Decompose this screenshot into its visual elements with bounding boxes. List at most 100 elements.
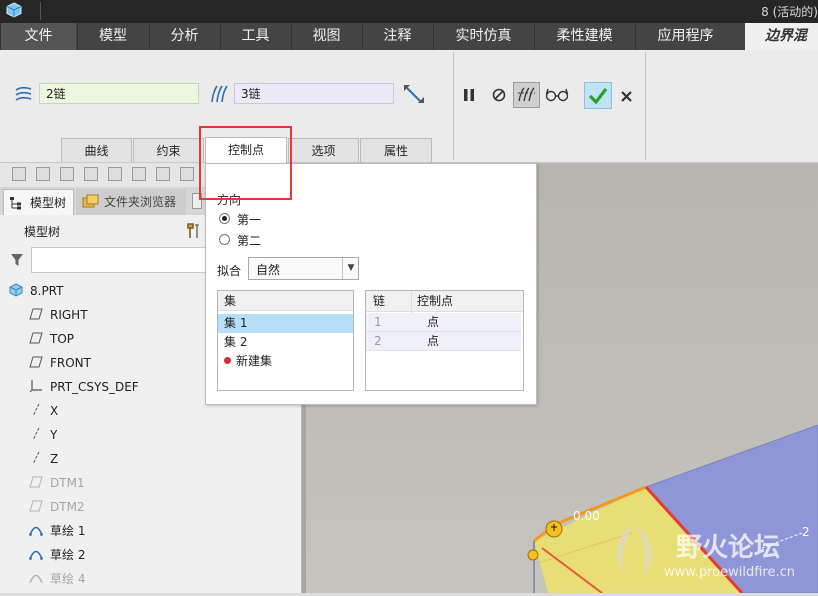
tree-item-x-axis[interactable]: X — [28, 400, 58, 422]
tree-item-sketch4[interactable]: 草绘 4 — [28, 568, 85, 590]
title-bar — [0, 0, 818, 23]
column-chain: 链 — [373, 294, 386, 308]
subtab-curves[interactable]: 曲线 — [61, 138, 132, 162]
app-cube-icon[interactable] — [6, 2, 22, 18]
tab-model-tree-label: 模型树 — [30, 196, 67, 210]
no-preview-icon[interactable] — [491, 87, 507, 103]
filter-icon[interactable] — [10, 253, 24, 267]
tree-item-z-axis[interactable]: Z — [28, 448, 58, 470]
tree-item-label: TOP — [50, 332, 75, 346]
toolbar-icon[interactable] — [60, 167, 74, 181]
toolbar-icon[interactable] — [108, 167, 122, 181]
tree-item-top[interactable]: TOP — [28, 328, 74, 350]
tab-tools[interactable]: 工具 — [220, 23, 290, 50]
tree-item-label: PRT_CSYS_DEF — [50, 380, 139, 394]
tree-item-dtm1[interactable]: DTM1 — [28, 472, 85, 494]
table-row[interactable]: 2 点 — [366, 332, 521, 351]
new-set-item[interactable]: 新建集 — [218, 352, 353, 371]
tree-item-label: DTM1 — [50, 476, 85, 490]
datum-axis-icon — [28, 400, 44, 422]
second-direction-icon — [211, 85, 228, 103]
datum-axis-icon — [28, 424, 44, 446]
new-set-dot-icon — [224, 357, 231, 364]
tree-item-sketch2[interactable]: 草绘 2 — [28, 544, 85, 566]
coordinate-system-icon — [28, 376, 44, 398]
subtab-properties[interactable]: 属性 — [360, 138, 432, 162]
tree-item-part[interactable]: 8.PRT — [8, 280, 63, 302]
preview-toggle-button[interactable] — [513, 82, 540, 108]
cancel-icon[interactable] — [620, 90, 633, 103]
row-chain-cell: 1 — [374, 315, 382, 329]
datum-plane-icon — [28, 496, 44, 518]
tab-boundary-blend[interactable]: 边界混合 — [745, 23, 818, 71]
datum-plane-icon — [28, 328, 44, 350]
sets-header: 集 — [218, 291, 353, 311]
direction-first-radio[interactable] — [219, 213, 230, 224]
tab-live-simulation[interactable]: 实时仿真 — [433, 23, 533, 50]
toolbar-icon[interactable] — [12, 167, 26, 181]
toolbar-icon[interactable] — [36, 167, 50, 181]
toolbar-icon[interactable] — [84, 167, 98, 181]
row-point-cell[interactable]: 点 — [427, 313, 439, 331]
approximate-blend-icon[interactable] — [401, 82, 427, 106]
set-item-1[interactable]: 集 1 — [218, 314, 353, 333]
table-row[interactable]: 1 点 — [366, 313, 521, 332]
tab-folder-browser-label: 文件夹浏览器 — [104, 195, 177, 209]
tree-item-label: FRONT — [50, 356, 91, 370]
pause-icon[interactable] — [461, 87, 477, 103]
tab-model-tree[interactable]: 模型树 — [3, 189, 74, 215]
subtab-options[interactable]: 选项 — [288, 138, 359, 162]
tree-item-label: RIGHT — [50, 308, 88, 322]
tab-annotate[interactable]: 注释 — [362, 23, 432, 50]
tab-analysis[interactable]: 分析 — [149, 23, 219, 50]
tree-item-csys[interactable]: PRT_CSYS_DEF — [28, 376, 139, 398]
chevron-down-icon[interactable]: ▼ — [342, 258, 359, 279]
tree-item-front[interactable]: FRONT — [28, 352, 91, 374]
dimension-label[interactable]: 0.00 — [573, 509, 600, 523]
subtab-constraints[interactable]: 约束 — [133, 138, 204, 162]
sketch-icon — [28, 568, 44, 590]
toolbar-icon[interactable] — [132, 167, 146, 181]
tab-model[interactable]: 模型 — [77, 23, 148, 50]
tab-file[interactable]: 文件 — [0, 23, 76, 50]
ribbon-separator — [645, 52, 646, 160]
fit-label: 拟合 — [217, 264, 242, 278]
set-item-2[interactable]: 集 2 — [218, 333, 353, 352]
tree-item-label: 草绘 2 — [50, 548, 86, 562]
verify-glasses-icon[interactable] — [545, 86, 569, 104]
tree-item-dtm2[interactable]: DTM2 — [28, 496, 85, 518]
column-control-point: 控制点 — [417, 294, 454, 308]
first-direction-icon — [15, 86, 32, 101]
tree-item-label: DTM2 — [50, 500, 85, 514]
datum-plane-icon — [28, 352, 44, 374]
tab-view[interactable]: 视图 — [291, 23, 361, 50]
tree-settings-icon[interactable] — [186, 222, 200, 240]
checkmark-icon — [588, 88, 608, 105]
tab-flexible-modeling[interactable]: 柔性建模 — [534, 23, 634, 50]
datum-plane-icon — [28, 472, 44, 494]
tree-item-sketch1[interactable]: 草绘 1 — [28, 520, 85, 542]
first-direction-chain-field[interactable]: 2链 — [39, 83, 199, 104]
tree-item-label: 8.PRT — [30, 284, 64, 298]
direction-second-label[interactable]: 第二 — [237, 232, 261, 249]
sketch-icon — [28, 520, 44, 542]
tab-applications[interactable]: 应用程序 — [635, 23, 735, 50]
toolbar-icon[interactable] — [156, 167, 170, 181]
tree-item-label: Z — [50, 452, 59, 466]
direction-second-radio[interactable] — [219, 234, 230, 245]
highlight-annotation-box — [199, 126, 292, 200]
tree-item-y-axis[interactable]: Y — [28, 424, 57, 446]
folder-browser-icon — [82, 194, 99, 208]
tree-item-label: X — [50, 404, 59, 418]
set-number-label: 2 — [802, 525, 810, 539]
tab-folder-browser[interactable]: 文件夹浏览器 — [76, 189, 186, 215]
direction-first-label[interactable]: 第一 — [237, 211, 261, 228]
ribbon-separator — [453, 52, 454, 160]
part-icon — [8, 280, 24, 302]
second-direction-chain-field[interactable]: 3链 — [234, 83, 394, 104]
row-point-cell[interactable]: 点 — [427, 332, 439, 350]
tree-item-right[interactable]: RIGHT — [28, 304, 88, 326]
toolbar-icon[interactable] — [180, 167, 194, 181]
control-points-table-header: 链 控制点 — [366, 291, 523, 312]
confirm-button[interactable] — [584, 82, 612, 109]
